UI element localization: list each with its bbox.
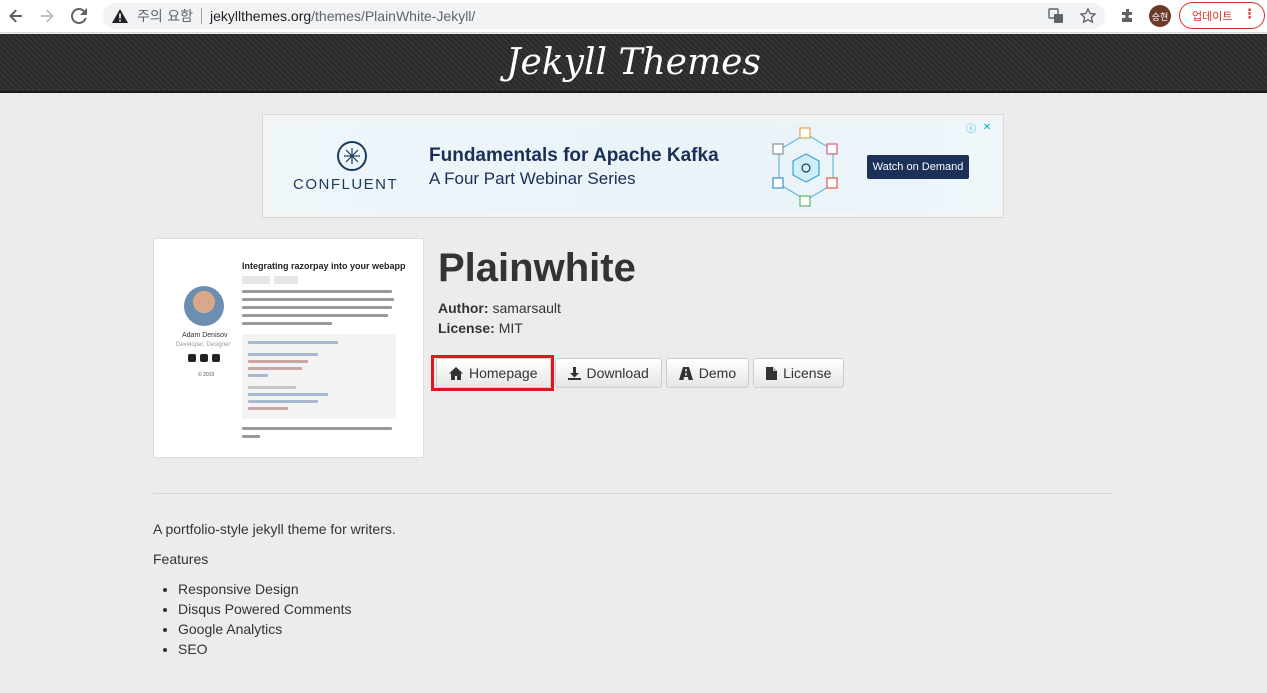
author-label: Author:: [438, 300, 489, 316]
features-list: Responsive Design Disqus Powered Comment…: [178, 581, 352, 661]
list-item: SEO: [178, 641, 352, 661]
preview-text-line: [242, 298, 394, 301]
homepage-button[interactable]: Homepage: [436, 358, 551, 388]
preview-text-line: [242, 306, 392, 309]
list-item: Google Analytics: [178, 621, 352, 641]
preview-text-line: [242, 435, 260, 438]
preview-author-role: Developer, Designer: [176, 342, 231, 348]
theme-author: Author: samarsault: [438, 300, 561, 316]
preview-year: © 2019: [198, 372, 215, 378]
preview-avatar: [184, 286, 224, 326]
ad-controls: ⓘ ✕: [965, 121, 993, 135]
ad-subline: A Four Part Webinar Series: [429, 169, 636, 188]
preview-code-block: [242, 334, 396, 419]
features-heading: Features: [153, 551, 209, 567]
forward-icon[interactable]: [35, 4, 59, 28]
download-button[interactable]: Download: [554, 358, 662, 388]
file-icon: [766, 366, 778, 380]
url-domain: jekyllthemes.org: [209, 8, 312, 24]
url-path: /themes/PlainWhite-Jekyll/: [311, 8, 476, 24]
site-header: Jekyll Themes: [0, 34, 1267, 93]
license-button[interactable]: License: [753, 358, 845, 388]
theme-action-buttons: Homepage Download Demo License: [436, 358, 845, 388]
preview-tag: [274, 276, 298, 284]
preview-tag: [242, 276, 270, 284]
profile-avatar[interactable]: 승현: [1149, 5, 1171, 27]
more-vertical-icon: ⋮: [1243, 7, 1256, 22]
preview-text-line: [242, 427, 392, 430]
download-label: Download: [586, 365, 649, 381]
update-label: 업데이트: [1192, 9, 1233, 23]
ad-frame: CONFLUENT Fundamentals for Apache Kafka …: [262, 114, 1004, 218]
warning-icon[interactable]: [111, 7, 129, 25]
security-label[interactable]: 주의 요함: [137, 6, 193, 26]
license-label: License:: [438, 320, 495, 336]
homepage-label: Homepage: [469, 365, 538, 381]
ad-close-icon[interactable]: ✕: [981, 121, 993, 133]
theme-description: A portfolio-style jekyll theme for write…: [153, 521, 396, 537]
home-icon: [449, 366, 463, 380]
demo-button[interactable]: Demo: [665, 358, 750, 388]
preview-author-name: Adam Denisov: [182, 332, 228, 339]
address-separator: [200, 8, 202, 24]
ad-banner[interactable]: CONFLUENT Fundamentals for Apache Kafka …: [269, 121, 999, 211]
author-value: samarsault: [492, 300, 561, 316]
preview-text-line: [242, 290, 392, 293]
network-graphic-icon: [772, 127, 838, 207]
section-divider: [153, 493, 1112, 494]
list-item: Responsive Design: [178, 581, 352, 601]
ad-brand: CONFLUENT: [293, 176, 399, 193]
download-icon: [567, 366, 581, 380]
preview-social-icons: [188, 354, 220, 362]
translate-icon[interactable]: [1046, 6, 1066, 26]
update-button[interactable]: 업데이트 ⋮: [1179, 2, 1265, 29]
demo-label: Demo: [698, 365, 737, 381]
ad-headline: Fundamentals for Apache Kafka: [429, 145, 719, 166]
theme-title: Plainwhite: [438, 246, 636, 290]
address-bar[interactable]: 주의 요함 jekyllthemes.org/themes/PlainWhite…: [103, 3, 1105, 29]
preview-text-line: [242, 314, 388, 317]
browser-toolbar: 주의 요함 jekyllthemes.org/themes/PlainWhite…: [0, 0, 1267, 33]
preview-post-title: Integrating razorpay into your webapp: [242, 261, 406, 271]
license-button-label: License: [783, 365, 832, 381]
reload-icon[interactable]: [67, 4, 91, 28]
list-item: Disqus Powered Comments: [178, 601, 352, 621]
extensions-icon[interactable]: [1116, 4, 1140, 28]
site-title[interactable]: Jekyll Themes: [506, 42, 761, 83]
ad-info-icon[interactable]: ⓘ: [965, 121, 977, 135]
road-icon: [678, 366, 693, 380]
theme-preview-image[interactable]: Adam Denisov Developer, Designer © 2019 …: [153, 238, 424, 458]
watch-on-demand-button[interactable]: Watch on Demand: [867, 155, 969, 179]
confluent-logo-icon: [337, 141, 367, 171]
preview-text-line: [242, 322, 332, 325]
url-text[interactable]: jekyllthemes.org/themes/PlainWhite-Jekyl…: [210, 8, 475, 24]
bookmark-star-icon[interactable]: [1078, 6, 1098, 26]
license-value: MIT: [498, 320, 523, 336]
theme-license: License: MIT: [438, 320, 523, 336]
back-icon[interactable]: [4, 4, 28, 28]
